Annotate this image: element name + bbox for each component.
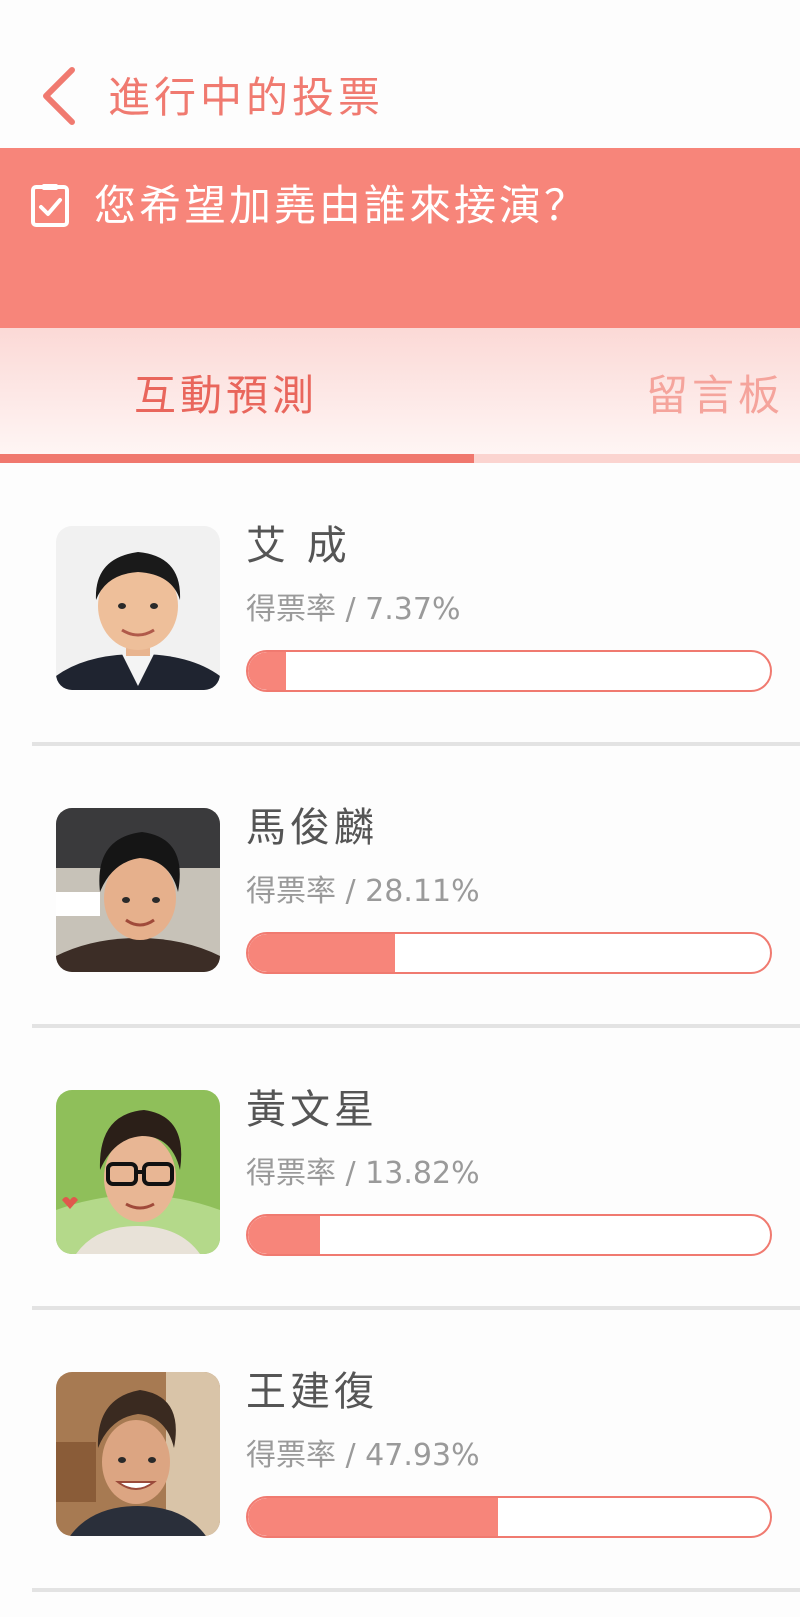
vote-progress-bar: [246, 650, 772, 692]
back-button[interactable]: [38, 64, 88, 128]
avatar: [56, 526, 220, 690]
tab-message-board[interactable]: 留言板: [646, 368, 784, 424]
candidate-row[interactable]: 艾 成 得票率 / 7.37%: [32, 464, 800, 746]
candidate-name: 馬俊麟: [246, 805, 378, 851]
vote-progress-fill: [248, 652, 287, 690]
checkbox-checked-icon: [31, 184, 69, 227]
candidate-name: 王建復: [246, 1369, 378, 1415]
vote-rate: 得票率 / 7.37%: [246, 592, 461, 627]
tab-bar: 互動預測 留言板: [0, 328, 800, 462]
tab-interactive-prediction[interactable]: 互動預測: [134, 368, 318, 424]
avatar: [56, 1090, 220, 1254]
vote-progress-fill: [248, 1498, 499, 1536]
candidate-name: 艾 成: [246, 523, 351, 569]
tab-active-indicator: [0, 454, 474, 463]
chevron-left-icon: [43, 67, 75, 125]
candidate-name: 黃文星: [246, 1087, 378, 1133]
vote-rate: 得票率 / 47.93%: [246, 1438, 480, 1473]
vote-progress-bar: [246, 932, 772, 974]
candidate-row[interactable]: 馬俊麟 得票率 / 28.11%: [32, 746, 800, 1028]
top-nav-bar: 進行中的投票: [0, 0, 800, 148]
vote-rate: 得票率 / 28.11%: [246, 874, 480, 909]
candidate-row[interactable]: 王建復 得票率 / 47.93%: [32, 1310, 800, 1592]
vote-progress-bar: [246, 1214, 772, 1256]
avatar: [56, 1372, 220, 1536]
question-title: 您希望加堯由誰來接演？: [94, 181, 590, 230]
question-banner: [0, 148, 800, 328]
vote-progress-fill: [248, 934, 395, 972]
page-title: 進行中的投票: [108, 73, 385, 122]
vote-rate: 得票率 / 13.82%: [246, 1156, 480, 1191]
candidate-row[interactable]: 黃文星 得票率 / 13.82%: [32, 1028, 800, 1310]
vote-progress-bar: [246, 1496, 772, 1538]
vote-progress-fill: [248, 1216, 321, 1254]
avatar: [56, 808, 220, 972]
